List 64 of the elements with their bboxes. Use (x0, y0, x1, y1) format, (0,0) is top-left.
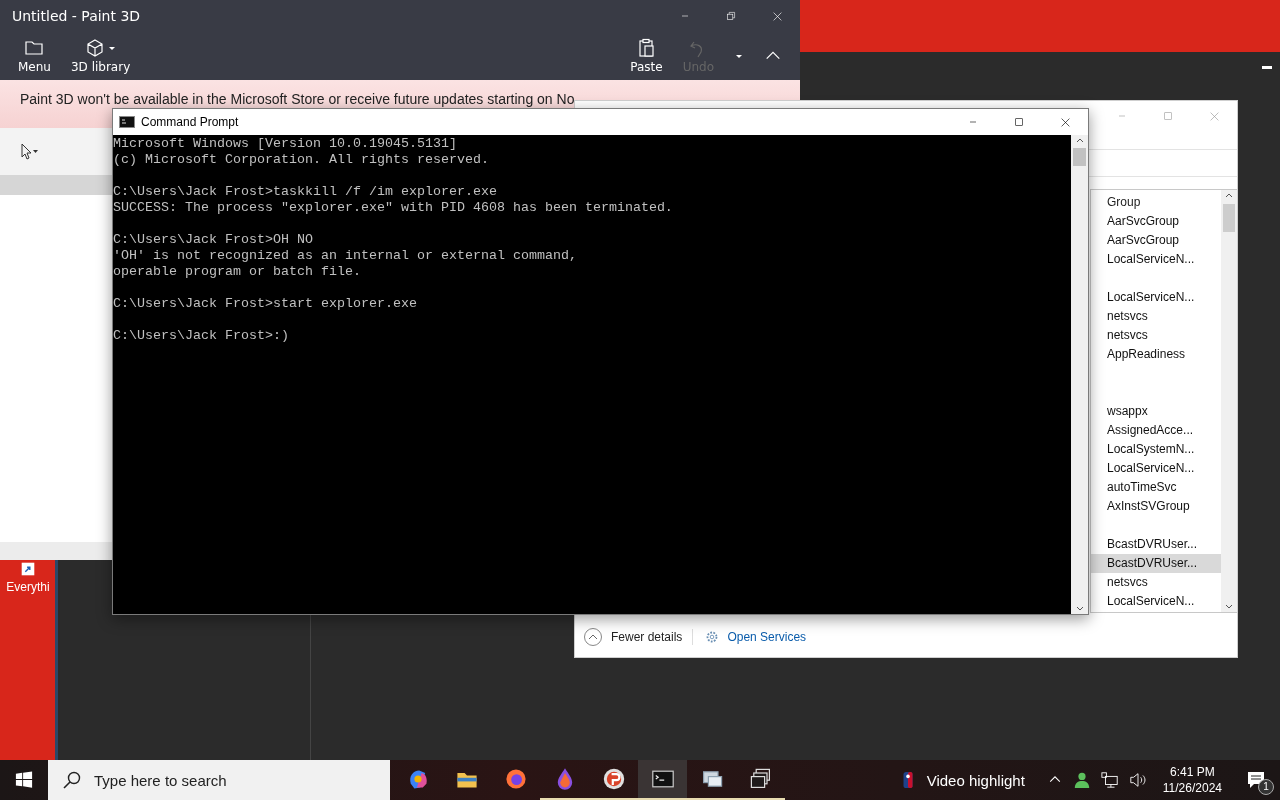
open-services-link[interactable]: Open Services (727, 630, 807, 644)
cube-icon (84, 38, 105, 58)
stacked-windows-icon (748, 767, 773, 791)
list-row[interactable]: LocalSystemN... (1091, 440, 1221, 459)
notification-count: 1 (1258, 779, 1274, 795)
list-row[interactable]: AppReadiness (1091, 345, 1221, 364)
network-icon (1100, 771, 1119, 789)
column-header[interactable]: Group (1091, 192, 1221, 212)
desktop-icon-label[interactable]: Everythi (6, 580, 50, 594)
list-row[interactable]: BcastDVRUser... (1091, 535, 1221, 554)
maximize-icon (1162, 110, 1174, 122)
console-line: C:\Users\Jack Frost>taskkill /f /im explorer.exe (113, 184, 498, 200)
list-row[interactable]: netsvcs (1091, 326, 1221, 345)
list-row[interactable]: LocalServiceN... (1091, 250, 1221, 269)
maximize-icon (1013, 116, 1025, 128)
list-row[interactable]: BcastDVRUser... (1091, 554, 1221, 573)
shortcut-icon (19, 560, 37, 578)
notifications-button[interactable]: 1 (1236, 760, 1280, 800)
scrollbar[interactable] (0, 542, 112, 560)
list-row[interactable]: AxInstSVGroup (1091, 497, 1221, 516)
news-widget[interactable]: Video highlight (898, 769, 1039, 791)
list-row[interactable]: netsvcs (1091, 307, 1221, 326)
clipboard-icon (636, 38, 657, 58)
person-icon (1072, 771, 1091, 789)
list-row[interactable]: AarSvcGroup (1091, 231, 1221, 250)
console-line: 'OH' is not recognized as an internal or external command, (113, 248, 578, 264)
list-row[interactable]: autoTimeSvc (1091, 478, 1221, 497)
list-row[interactable]: LocalServiceN... (1091, 459, 1221, 478)
console-line: operable program or batch file. (113, 264, 362, 280)
chevron-circle-icon (583, 627, 603, 647)
list-row[interactable]: netsvcs (1091, 573, 1221, 592)
console-line: SUCCESS: The process "explorer.exe" with PID 4608 has been terminated. (113, 200, 674, 216)
window-title: Untitled - Paint 3D (11, 8, 142, 24)
taskbar-app-button[interactable] (638, 760, 687, 800)
console-icon (119, 114, 135, 130)
toolbar-button[interactable]: 3D library (60, 36, 141, 76)
search-field[interactable]: Type here to search (48, 760, 390, 800)
notice-text: Paint 3D won't be available in the Microsoft Store or receive future updates starting on No (20, 91, 575, 107)
list-row[interactable]: AarSvcGroup (1091, 212, 1221, 231)
list-row[interactable]: AssignedAcce... (1091, 421, 1221, 440)
scroll-thumb[interactable] (1223, 204, 1235, 232)
list-row[interactable]: wsappx (1091, 402, 1221, 421)
fewer-details-button[interactable]: Fewer details (583, 627, 683, 647)
toolbar-button[interactable]: Menu (8, 36, 61, 76)
scrollbar[interactable] (1221, 190, 1237, 612)
window-title: Command Prompt (140, 115, 240, 129)
console-line: C:\Users\Jack Frost>start explorer.exe (113, 296, 418, 312)
windows-logo-icon (15, 771, 33, 789)
scrollbar[interactable] (1071, 135, 1088, 614)
list-row[interactable]: LocalServiceN... (1091, 288, 1221, 307)
speaker-icon (1128, 771, 1147, 789)
console-line: (c) Microsoft Corporation. All rights reserved. (113, 152, 490, 168)
network-button[interactable] (1098, 769, 1121, 791)
console-line: C:\Users\Jack Frost>:) (113, 328, 290, 344)
toolbar-button[interactable]: Paste (620, 36, 673, 76)
restore-icon (725, 10, 737, 22)
scroll-thumb[interactable] (1073, 148, 1086, 166)
console-line: C:\Users\Jack Frost>OH NO (113, 232, 314, 248)
list-row[interactable]: LocalServiceN... (1091, 592, 1221, 611)
firefox-icon (503, 767, 528, 791)
clock[interactable]: 6:41 PM 11/26/2024 (1154, 764, 1230, 796)
folder-icon (24, 38, 45, 58)
search-icon (62, 770, 82, 790)
console-line: Microsoft Windows [Version 10.0.19045.5131] (113, 136, 458, 152)
